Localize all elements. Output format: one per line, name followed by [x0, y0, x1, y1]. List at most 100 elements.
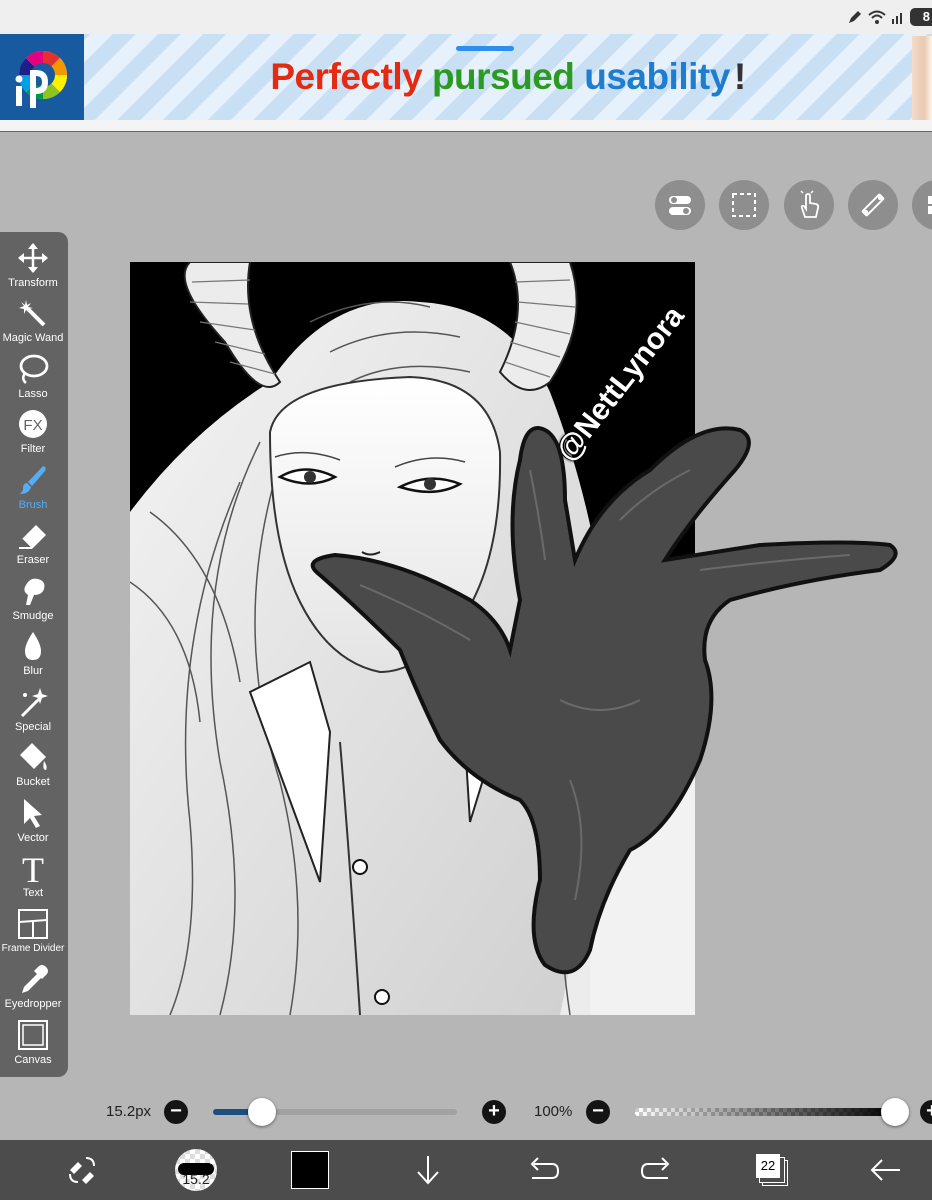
brush-size-badge: 15.2: [182, 1171, 210, 1187]
opacity-thumb[interactable]: [881, 1098, 909, 1126]
tool-canvas-label: Canvas: [14, 1054, 52, 1066]
ad-word-usability: usability: [574, 56, 730, 97]
opacity-value: 100%: [534, 1103, 573, 1120]
ad-word-pursued: pursued: [422, 56, 575, 97]
hand-touch-button[interactable]: [784, 180, 834, 230]
tool-smudge[interactable]: Smudge: [0, 575, 66, 627]
tool-vector-label: Vector: [17, 832, 49, 844]
tool-eraser-label: Eraser: [16, 554, 50, 566]
frame-divider-icon: [18, 909, 48, 939]
ad-banner[interactable]: Perfectly pursued usability!: [0, 34, 932, 120]
opacity-track[interactable]: [635, 1108, 895, 1116]
redo-icon: [640, 1157, 670, 1179]
status-icons: 8: [847, 6, 932, 28]
material-icon: [928, 196, 932, 214]
opacity-decrease-button[interactable]: −: [586, 1100, 610, 1124]
smudge-icon: [24, 578, 45, 605]
tool-lasso-label: Lasso: [18, 388, 48, 400]
tool-frame-divider-label: Frame Divider: [1, 943, 65, 954]
opacity-increase-button[interactable]: +: [920, 1100, 932, 1124]
ad-headline: Perfectly pursued usability!: [84, 34, 932, 120]
brush-icon: [20, 466, 46, 494]
tool-canvas[interactable]: Canvas: [0, 1019, 66, 1071]
ad-word-perfectly: Perfectly: [270, 56, 423, 97]
tool-panel: Transform Magic Wand Lasso FX Filter Bru…: [0, 232, 68, 1077]
drawing-canvas[interactable]: @NettLynora: [130, 262, 695, 1015]
tool-magic-wand-label: Magic Wand: [2, 332, 64, 344]
tool-filter-label: Filter: [20, 443, 46, 455]
tool-text-label: Text: [22, 887, 44, 899]
lasso-icon: [19, 354, 49, 384]
brush-eraser-swap-icon: [69, 1157, 95, 1184]
canvas-icon: [18, 1020, 48, 1050]
tool-filter[interactable]: FX Filter: [0, 408, 66, 460]
ruler-button[interactable]: [848, 180, 898, 230]
pen-status-icon: [849, 11, 861, 23]
brush-size-value: 15.2px: [106, 1103, 152, 1120]
brush-settings-button[interactable]: 15.2: [172, 1140, 220, 1200]
layers-icon: 22: [756, 1154, 788, 1186]
selection-button[interactable]: [719, 180, 769, 230]
tool-eyedropper-label: Eyedropper: [4, 998, 62, 1010]
drop-icon: [25, 632, 41, 660]
back-button[interactable]: [866, 1140, 906, 1200]
hand-touch-icon: [800, 190, 820, 218]
fx-icon: FX: [19, 410, 47, 438]
ad-exclaim: !: [733, 56, 746, 97]
tool-brush[interactable]: Brush: [0, 464, 66, 516]
magic-wand-icon: [19, 300, 46, 327]
tool-eyedropper[interactable]: Eyedropper: [0, 963, 66, 1015]
tool-transform[interactable]: Transform: [0, 242, 66, 294]
tool-brush-label: Brush: [18, 499, 48, 511]
tool-special[interactable]: Special: [0, 686, 66, 738]
eraser-icon: [19, 525, 46, 550]
tool-vector[interactable]: Vector: [0, 797, 66, 849]
tool-blur[interactable]: Blur: [0, 630, 66, 682]
material-button[interactable]: [912, 180, 932, 230]
tool-smudge-label: Smudge: [12, 610, 54, 622]
undo-button[interactable]: [522, 1140, 562, 1200]
layer-count: 22: [756, 1154, 780, 1178]
ad-character-image: [912, 36, 932, 120]
tool-bucket[interactable]: Bucket: [0, 741, 66, 793]
status-bar: 8: [0, 0, 932, 34]
text-t-icon: T: [22, 852, 44, 884]
brush-size-thumb[interactable]: [247, 1098, 276, 1126]
tool-bucket-label: Bucket: [16, 776, 50, 788]
svg-text:T: T: [22, 852, 44, 884]
tool-lasso[interactable]: Lasso: [0, 353, 66, 405]
tool-magic-wand[interactable]: Magic Wand: [0, 297, 66, 349]
move-arrows-icon: [18, 243, 48, 273]
arrow-down-icon: [417, 1156, 439, 1185]
battery-icon: 8: [910, 8, 932, 26]
toggle-icon: [669, 196, 691, 215]
signal-icon: [892, 13, 902, 24]
primary-color-swatch: [291, 1151, 329, 1189]
sparkle-pen-icon: [20, 688, 48, 718]
ibispaint-logo: [0, 34, 84, 120]
brush-size-increase-button[interactable]: +: [482, 1100, 506, 1124]
redo-button[interactable]: [638, 1140, 678, 1200]
cursor-arrow-icon: [24, 799, 42, 828]
brush-size-slider-row: 15.2px − +: [0, 1096, 520, 1128]
tool-eraser[interactable]: Eraser: [0, 519, 66, 571]
tool-text[interactable]: T Text: [0, 852, 66, 904]
ad-separator: [0, 120, 932, 132]
arrow-left-icon: [870, 1159, 900, 1181]
svg-text:FX: FX: [23, 417, 42, 434]
opacity-slider-row: 100% − +: [520, 1096, 932, 1128]
selection-icon: [732, 193, 756, 217]
tool-transform-label: Transform: [8, 277, 58, 289]
tool-special-label: Special: [14, 721, 52, 733]
quick-swap-button[interactable]: [60, 1140, 104, 1200]
bucket-icon: [20, 743, 47, 770]
brush-size-decrease-button[interactable]: −: [164, 1100, 188, 1124]
undo-icon: [530, 1157, 560, 1179]
layers-button[interactable]: 22: [752, 1140, 792, 1200]
tool-frame-divider[interactable]: Frame Divider: [0, 908, 66, 960]
toggle-button[interactable]: [655, 180, 705, 230]
brush-preview-icon: 15.2: [175, 1149, 217, 1191]
bottom-bar: 15.2 22: [0, 1140, 932, 1200]
download-button[interactable]: [408, 1140, 448, 1200]
color-button[interactable]: [290, 1140, 330, 1200]
